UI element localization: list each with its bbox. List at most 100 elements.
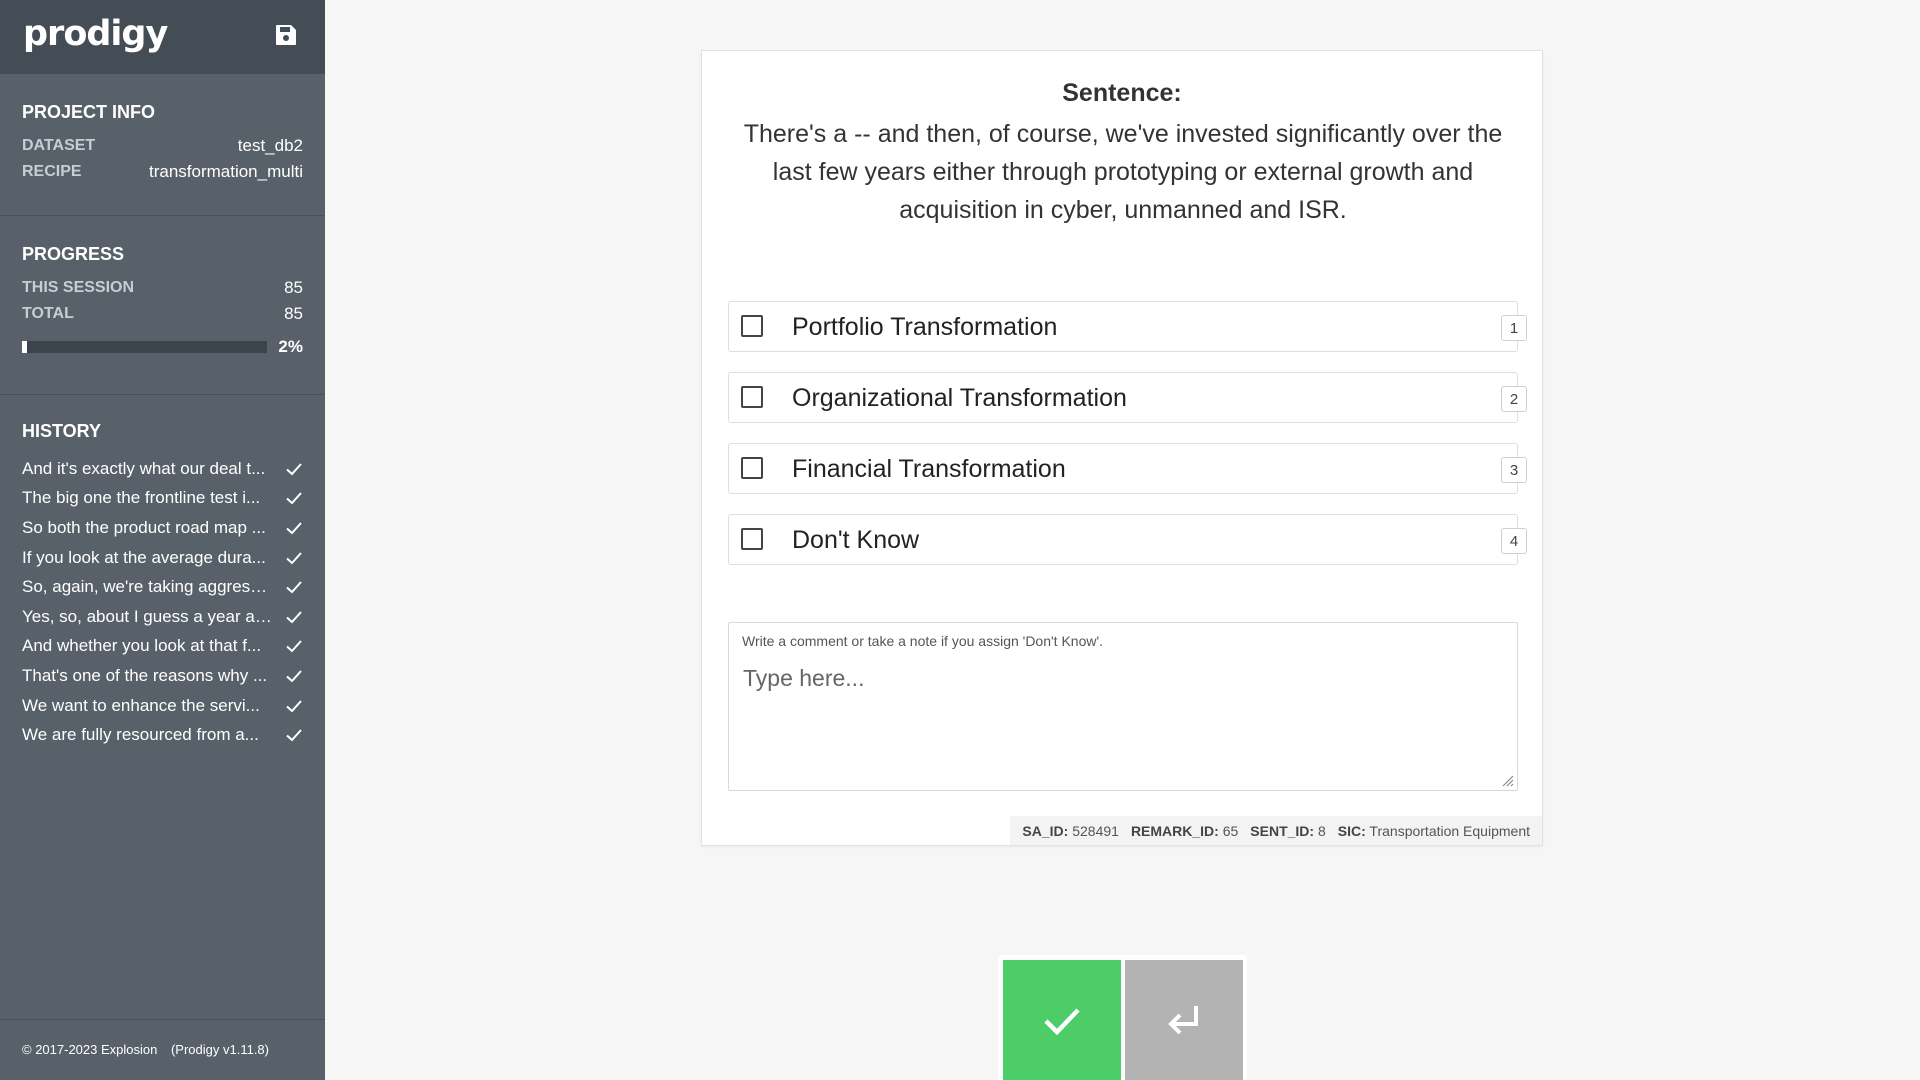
recipe-label: Recipe [22, 163, 82, 180]
recipe-row: Recipe transformation_multi [22, 159, 303, 185]
shortcut-key: 1 [1501, 315, 1527, 341]
dataset-label: Dataset [22, 137, 96, 154]
check-icon [286, 463, 302, 476]
check-icon [286, 729, 302, 742]
dataset-row: Dataset test_db2 [22, 133, 303, 159]
choice-options: Portfolio Transformation 1 Organizationa… [728, 301, 1527, 585]
choice-label: Don't Know [792, 526, 920, 554]
sentence-label: Sentence: [1062, 79, 1182, 107]
checkbox[interactable] [741, 315, 763, 337]
choice-option-portfolio[interactable]: Portfolio Transformation 1 [728, 301, 1527, 352]
history-title: History [22, 421, 102, 441]
sentence-text: There's a -- and then, of course, we've … [743, 120, 1503, 224]
sidebar-footer: © 2017-2023 Explosion (Prodigy v1.11.8) [0, 1019, 325, 1080]
choice-label: Organizational Transformation [792, 384, 1127, 412]
shortcut-key: 3 [1501, 457, 1527, 483]
check-icon [286, 492, 302, 505]
history-item-text: And whether you look at that f... [22, 636, 262, 656]
sidebar: prodigy Project Info Dataset test_db2 Re… [0, 0, 325, 1080]
shortcut-key: 4 [1501, 528, 1527, 554]
progress-section: Progress This Session 85 Total 85 2% [0, 216, 325, 395]
meta-sic-value: Transportation Equipment [1369, 822, 1530, 839]
history-item[interactable]: And it's exactly what our deal t... [22, 454, 303, 484]
comment-box: Write a comment or take a note if you as… [728, 622, 1518, 791]
history-item-text: We want to enhance the servi... [22, 695, 260, 715]
recipe-value: transformation_multi [148, 162, 303, 181]
history-item[interactable]: The big one the frontline test i... [22, 484, 303, 514]
history-item-text: That's one of the reasons why ... [22, 665, 268, 685]
history-item-text: The big one the frontline test i... [22, 488, 261, 508]
choice-label: Portfolio Transformation [792, 313, 1058, 341]
total-row: Total 85 [22, 301, 303, 327]
history-item-text: And it's exactly what our deal t... [22, 458, 266, 478]
history-item-text: Yes, so, about I guess a year an... [22, 606, 272, 626]
accept-button[interactable] [1003, 960, 1121, 1080]
app-logo: prodigy [23, 14, 168, 54]
meta-sent-id-label: SENT_ID: [1250, 822, 1315, 839]
history-item[interactable]: If you look at the average dura... [22, 543, 303, 573]
history-item[interactable]: And whether you look at that f... [22, 632, 303, 662]
shortcut-key: 2 [1501, 386, 1527, 412]
project-info-title: Project Info [22, 102, 156, 122]
undo-button[interactable] [1125, 960, 1243, 1080]
history-item[interactable]: That's one of the reasons why ... [22, 661, 303, 691]
meta-remark-id: REMARK_ID: 65 [1131, 823, 1238, 839]
dataset-value: test_db2 [237, 136, 303, 155]
meta-sa-id-label: SA_ID: [1022, 822, 1069, 839]
history-item-text: So both the product road map ... [22, 517, 266, 537]
checkbox[interactable] [741, 457, 763, 479]
history-item-text: If you look at the average dura... [22, 547, 266, 567]
version-text: (Prodigy v1.11.8) [170, 1042, 269, 1057]
meta-sent-id: SENT_ID: 8 [1250, 823, 1325, 839]
progress-bar-row: 2% [22, 337, 303, 357]
meta-sa-id-value: 528491 [1072, 822, 1119, 839]
check-icon [286, 522, 302, 535]
history-list: And it's exactly what our deal t... The … [22, 454, 303, 750]
total-label: Total [22, 305, 74, 322]
session-row: This Session 85 [22, 275, 303, 301]
check-icon [286, 581, 302, 594]
save-icon[interactable] [275, 24, 297, 46]
check-icon [286, 611, 302, 624]
meta-sic-label: SIC: [1337, 822, 1366, 839]
undo-return-icon [1168, 1006, 1198, 1035]
session-value: 85 [284, 278, 303, 297]
check-icon [1044, 1008, 1080, 1036]
check-icon [286, 670, 302, 683]
progress-percent: 2% [278, 337, 303, 356]
meta-sa-id: SA_ID: 528491 [1022, 823, 1119, 839]
history-item[interactable]: So, again, we're taking aggressi... [22, 572, 303, 602]
choice-option-financial[interactable]: Financial Transformation 3 [728, 443, 1527, 494]
check-icon [286, 699, 302, 712]
copyright-text: © 2017-2023 Explosion [22, 1042, 158, 1057]
meta-sic: SIC: Transportation Equipment [1338, 823, 1530, 839]
check-icon [286, 640, 302, 653]
total-value: 85 [284, 304, 303, 323]
check-icon [286, 551, 302, 564]
history-item[interactable]: So both the product road map ... [22, 513, 303, 543]
history-section: History And it's exactly what our deal t… [0, 395, 325, 750]
history-item[interactable]: We are fully resourced from a... [22, 720, 303, 750]
checkbox[interactable] [741, 386, 763, 408]
progress-bar-fill [22, 341, 27, 353]
checkbox[interactable] [741, 528, 763, 550]
session-label: This Session [22, 279, 135, 296]
meta-remark-id-label: REMARK_ID: [1130, 822, 1219, 839]
comment-hint: Write a comment or take a note if you as… [742, 633, 1104, 649]
brand-bar: prodigy [0, 0, 325, 74]
meta-sent-id-value: 8 [1317, 822, 1326, 839]
resize-handle-icon[interactable] [1498, 771, 1514, 787]
history-item-text: So, again, we're taking aggressi... [22, 577, 272, 597]
project-info-section: Project Info Dataset test_db2 Recipe tra… [0, 74, 325, 216]
progress-title: Progress [22, 244, 125, 264]
choice-option-organizational[interactable]: Organizational Transformation 2 [728, 372, 1527, 423]
choice-label: Financial Transformation [792, 455, 1066, 483]
history-item[interactable]: We want to enhance the servi... [22, 691, 303, 721]
choice-option-dont-know[interactable]: Don't Know 4 [728, 514, 1527, 565]
history-item[interactable]: Yes, so, about I guess a year an... [22, 602, 303, 632]
annotation-card: Sentence: There's a -- and then, of cour… [701, 50, 1543, 846]
meta-remark-id-value: 65 [1222, 822, 1239, 839]
progress-bar [22, 341, 267, 353]
comment-textarea[interactable] [741, 663, 1505, 777]
action-buttons [998, 955, 1247, 1080]
